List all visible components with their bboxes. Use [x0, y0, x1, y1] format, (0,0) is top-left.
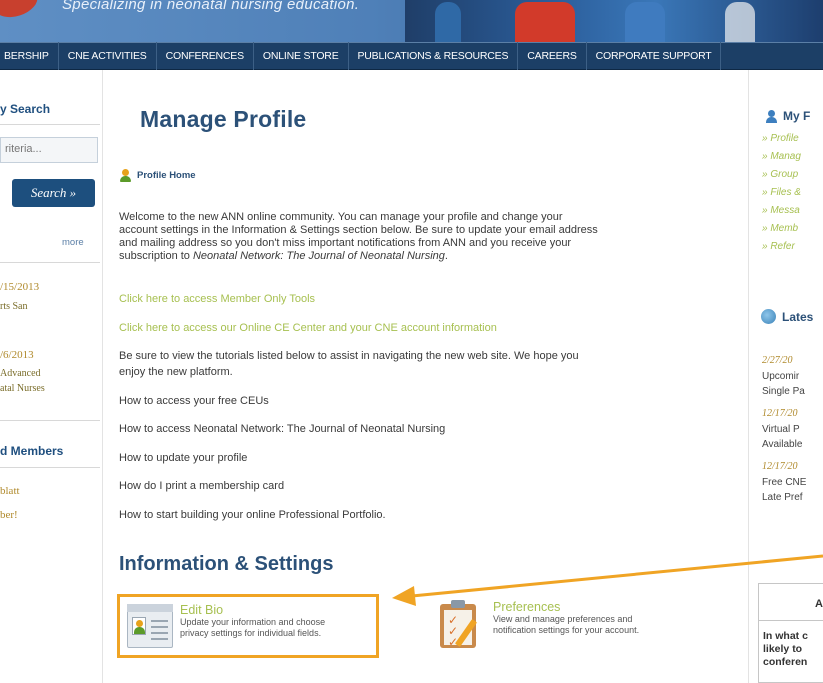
- more-link[interactable]: more: [62, 237, 84, 248]
- divider: [0, 124, 100, 125]
- sidebar-link[interactable]: » Files &: [762, 187, 801, 198]
- preferences-card[interactable]: ✓ ✓ ✓ Preferences View and manage preferen…: [433, 594, 713, 658]
- members-heading: d Members: [0, 444, 64, 458]
- event-title[interactable]: atal Nurses: [0, 381, 45, 396]
- profile-home-label: Profile Home: [137, 170, 196, 181]
- site-banner: Specializing in neonatal nursing educati…: [0, 0, 823, 42]
- event-title[interactable]: rts San: [0, 299, 28, 314]
- news-title[interactable]: Single Pa: [762, 384, 805, 399]
- my-profile-heading: My F: [765, 109, 810, 123]
- tutorial-link[interactable]: How do I print a membership card: [119, 480, 284, 492]
- welcome-line: Welcome to the new ANN online community.…: [119, 211, 563, 223]
- event-date[interactable]: /15/2013: [0, 281, 39, 293]
- nav-item-publications[interactable]: PUBLICATIONS & RESOURCES: [349, 42, 519, 70]
- tutorial-link[interactable]: How to start building your online Profes…: [119, 509, 386, 521]
- left-sidebar: y Search riteria... Search » more /15/20…: [0, 70, 103, 683]
- nav-item-corporate-support[interactable]: CORPORATE SUPPORT: [587, 42, 722, 70]
- main-nav: BERSHIP CNE ACTIVITIES CONFERENCES ONLIN…: [0, 42, 823, 70]
- search-button[interactable]: Search »: [12, 179, 95, 207]
- preferences-desc: View and manage preferences and: [493, 614, 633, 624]
- member-tools-link[interactable]: Click here to access Member Only Tools: [119, 293, 315, 305]
- news-title[interactable]: Virtual P: [762, 422, 800, 437]
- nav-item-careers[interactable]: CAREERS: [518, 42, 587, 70]
- edit-bio-desc: privacy settings for individual fields.: [180, 628, 322, 638]
- member-link[interactable]: ber!: [0, 509, 18, 521]
- sidebar-link[interactable]: » Messa: [762, 205, 800, 216]
- news-title[interactable]: Available: [762, 437, 802, 452]
- tutorial-link[interactable]: How to access Neonatal Network: The Jour…: [119, 423, 445, 435]
- divider: [0, 262, 100, 263]
- poll-box: Al In what c likely to conferen: [758, 583, 823, 683]
- sidebar-link[interactable]: » Profile: [762, 133, 799, 144]
- person-icon: [119, 169, 132, 182]
- welcome-line: account settings in the Information & Se…: [119, 224, 598, 236]
- edit-bio-card[interactable]: Edit Bio Update your information and cho…: [117, 594, 379, 658]
- main-content: Manage Profile Profile Home Welcome to t…: [103, 70, 748, 683]
- member-link[interactable]: blatt: [0, 485, 20, 497]
- profile-home-link[interactable]: Profile Home: [119, 169, 196, 182]
- divider: [0, 420, 100, 421]
- clipboard-checklist-icon: ✓ ✓ ✓: [433, 594, 493, 652]
- nav-item-membership[interactable]: BERSHIP: [0, 42, 59, 70]
- poll-question: In what c likely to conferen: [763, 630, 808, 668]
- banner-tagline: Specializing in neonatal nursing educati…: [62, 0, 360, 13]
- event-title[interactable]: Advanced: [0, 366, 41, 381]
- bio-card-icon: [120, 597, 180, 655]
- tutorials-intro: enjoy the new platform.: [119, 366, 233, 378]
- page-title: Manage Profile: [140, 106, 307, 132]
- ce-center-link[interactable]: Click here to access our Online CE Cente…: [119, 322, 497, 334]
- news-title[interactable]: Late Pref: [762, 490, 803, 505]
- latest-heading: Lates: [761, 309, 813, 324]
- event-date[interactable]: /6/2013: [0, 349, 34, 361]
- sidebar-link[interactable]: » Refer: [762, 241, 795, 252]
- person-icon: [765, 109, 777, 123]
- preferences-title[interactable]: Preferences: [493, 600, 683, 614]
- sidebar-link[interactable]: » Group: [762, 169, 798, 180]
- news-date[interactable]: 2/27/20: [762, 355, 793, 366]
- news-title[interactable]: Upcomir: [762, 369, 799, 384]
- banner-photo: [405, 0, 823, 42]
- sidebar-link[interactable]: » Memb: [762, 223, 798, 234]
- logo-swoosh-icon: [0, 0, 41, 23]
- news-date[interactable]: 12/17/20: [762, 461, 798, 472]
- preferences-desc: notification settings for your account.: [493, 625, 640, 635]
- right-sidebar: My F » Profile » Manag » Group » Files &…: [748, 70, 823, 683]
- divider: [0, 467, 100, 468]
- tutorial-link[interactable]: How to access your free CEUs: [119, 395, 269, 407]
- journal-title: Neonatal Network: The Journal of Neonata…: [192, 250, 445, 262]
- nav-item-cne-activities[interactable]: CNE ACTIVITIES: [59, 42, 157, 70]
- search-heading: y Search: [0, 102, 51, 116]
- edit-bio-desc: Update your information and choose: [180, 617, 326, 627]
- nav-item-online-store[interactable]: ONLINE STORE: [254, 42, 349, 70]
- welcome-line: subscription to Neonatal Network: The Jo…: [119, 250, 448, 262]
- nav-item-conferences[interactable]: CONFERENCES: [157, 42, 254, 70]
- welcome-line: and mailing address so you don't miss im…: [119, 237, 572, 249]
- tutorials-intro: Be sure to view the tutorials listed bel…: [119, 350, 579, 362]
- section-title: Information & Settings: [119, 553, 334, 575]
- poll-heading: Al: [815, 598, 823, 610]
- tutorial-link[interactable]: How to update your profile: [119, 452, 247, 464]
- news-date[interactable]: 12/17/20: [762, 408, 798, 419]
- globe-icon: [761, 309, 776, 324]
- news-title[interactable]: Free CNE: [762, 475, 806, 490]
- edit-bio-title[interactable]: Edit Bio: [180, 603, 370, 617]
- sidebar-link[interactable]: » Manag: [762, 151, 801, 162]
- search-input[interactable]: riteria...: [0, 137, 98, 163]
